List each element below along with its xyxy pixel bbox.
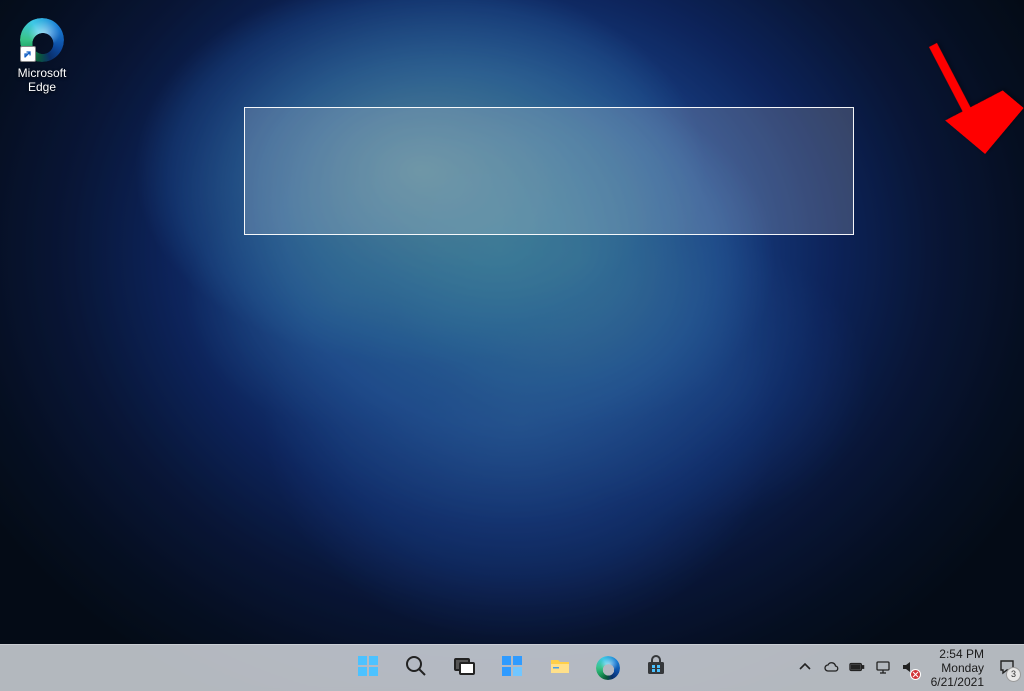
edge-icon [20,18,64,62]
search-button[interactable] [396,648,436,688]
widgets-button[interactable] [492,648,532,688]
tray-onedrive-button[interactable] [821,658,841,678]
snip-dim-overlay [0,0,1024,691]
network-icon [875,659,891,678]
shortcut-arrow-icon [20,46,36,62]
cloud-icon [823,659,839,678]
tray-overflow-button[interactable] [795,658,815,678]
tray-battery-button[interactable] [847,658,867,678]
edge-button[interactable] [588,648,628,688]
notifications-button[interactable]: 3 [996,657,1018,679]
desktop-icon-microsoft-edge[interactable]: Microsoft Edge [8,18,76,94]
clock-day: Monday [931,661,984,675]
notifications-count: 3 [1006,667,1021,682]
search-icon [404,654,428,683]
file-explorer-button[interactable] [540,648,580,688]
microsoft-store-button[interactable] [636,648,676,688]
start-button[interactable] [348,648,388,688]
edge-icon [596,656,620,680]
task-view-icon [452,654,476,683]
error-badge-icon [910,669,921,680]
snip-selection-rect[interactable] [244,107,854,235]
desktop-icon-label: Microsoft Edge [8,66,76,94]
battery-icon [849,659,865,678]
taskbar: 2:54 PM Monday 6/21/2021 3 [0,644,1024,691]
widgets-icon [500,654,524,683]
start-icon [356,654,380,683]
clock-date: 6/21/2021 [931,675,984,689]
tray-network-button[interactable] [873,658,893,678]
chevron-up-icon [797,659,813,678]
taskbar-clock[interactable]: 2:54 PM Monday 6/21/2021 [925,647,990,689]
taskbar-center-group [348,645,676,691]
clock-time: 2:54 PM [931,647,984,661]
store-icon [644,654,668,683]
system-tray: 2:54 PM Monday 6/21/2021 3 [795,645,1018,691]
tray-volume-button[interactable] [899,658,919,678]
task-view-button[interactable] [444,648,484,688]
file-explorer-icon [548,654,572,683]
